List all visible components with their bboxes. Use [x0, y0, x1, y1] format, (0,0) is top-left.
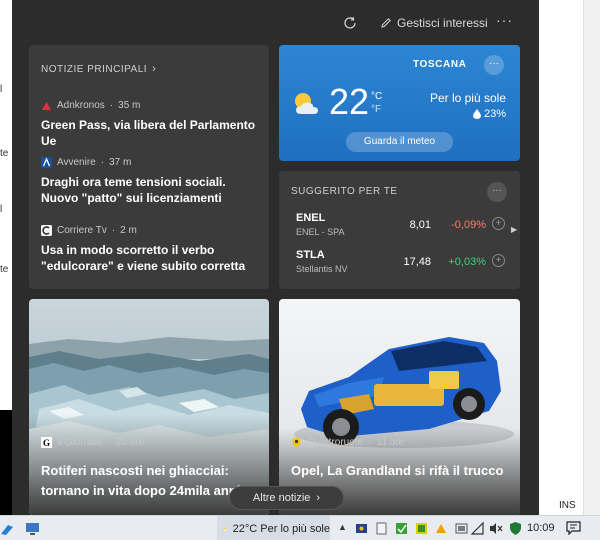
weather-card[interactable]: TOSCANA ··· 22 °C °F Per lo più sole 23%…: [279, 45, 520, 161]
card-headline: Rotiferi nascosti nei ghiacciai: tornano…: [41, 463, 241, 498]
see-weather-button[interactable]: Guarda il meteo: [346, 132, 453, 152]
news-image-card[interactable]: G Il Giornale · 20 ore Rotiferi nascosti…: [29, 299, 269, 515]
top-news-title: NOTIZIE PRINCIPALI: [41, 63, 148, 75]
top-news-header[interactable]: NOTIZIE PRINCIPALI ›: [41, 63, 156, 75]
stock-price: 8,01: [409, 219, 431, 231]
more-options-button[interactable]: ···: [496, 12, 513, 28]
card-source-name: Il Giornale: [57, 437, 103, 448]
news-headline: Green Pass, via libera del Parlamento Ue: [41, 118, 256, 148]
notification-center-icon[interactable]: [566, 521, 581, 535]
tray-overflow-icon[interactable]: ▲: [338, 522, 347, 532]
news-source: Corriere Tv: [57, 225, 107, 236]
background-window-dark: [0, 410, 12, 515]
news-image-card[interactable]: Quattroruote · 11 ore Opel, La Grandland…: [279, 299, 520, 515]
weather-more-button[interactable]: ···: [484, 55, 504, 75]
background-fragment: te: [0, 264, 9, 275]
stocks-more-button[interactable]: ···: [487, 182, 507, 202]
background-fragment: l: [0, 204, 3, 215]
card-source-name: Quattroruote: [307, 437, 364, 448]
tray-app-icon[interactable]: [354, 521, 369, 536]
news-source: Adnkronos: [57, 100, 105, 111]
corriere-logo-icon: [41, 225, 52, 236]
stock-price: 17,48: [403, 256, 431, 268]
chevron-right-icon: ›: [152, 63, 157, 75]
news-age: 2 m: [120, 225, 137, 236]
card-age: 11 ore: [376, 437, 405, 448]
background-window-right: INS: [538, 0, 600, 515]
weather-condition: Per lo più sole: [429, 91, 506, 105]
tray-app-icon[interactable]: [434, 521, 449, 536]
news-item[interactable]: Adnkronos · 35 m Green Pass, via libera …: [41, 100, 261, 149]
taskbar-weather-text: 22°C Per lo più sole: [232, 522, 330, 535]
news-age: 37 m: [109, 157, 132, 168]
il-giornale-logo-icon: G: [41, 437, 52, 448]
more-news-button[interactable]: Altre notizie ›: [229, 486, 344, 510]
tray-app-icon[interactable]: [394, 521, 409, 536]
partly-sunny-icon: [223, 526, 228, 531]
add-stock-icon[interactable]: +: [492, 254, 505, 267]
quattroruote-logo-icon: [292, 437, 301, 448]
news-age: 35 m: [118, 100, 141, 111]
car-photo: [279, 299, 520, 515]
taskbar-weather-button[interactable]: 22°C Per lo più sole: [217, 516, 330, 540]
chevron-right-icon: ›: [316, 492, 321, 504]
temperature-units[interactable]: °C °F: [371, 90, 382, 116]
taskbar: 22°C Per lo più sole ▲ 10:09: [0, 515, 600, 540]
background-fragment: te: [0, 148, 9, 159]
avvenire-logo-icon: [41, 157, 52, 168]
precipitation: 23%: [472, 108, 506, 120]
news-headline: Usa in modo scorretto il verbo "edulcora…: [41, 243, 246, 273]
background-fragment: l: [0, 84, 3, 95]
news-headline: Draghi ora teme tensioni sociali. Nuovo …: [41, 175, 226, 205]
precipitation-value: 23%: [483, 108, 506, 120]
top-news-card: NOTIZIE PRINCIPALI › Adnkronos · 35 m Gr…: [29, 45, 269, 289]
weather-region: TOSCANA: [413, 59, 467, 70]
card-age: 20 ore: [115, 437, 145, 448]
svg-text:G: G: [43, 438, 50, 448]
manage-interests-label: Gestisci interessi: [397, 16, 488, 30]
stock-symbol: STLA: [296, 249, 325, 261]
tray-app-icon[interactable]: [454, 521, 469, 536]
security-shield-icon[interactable]: [508, 521, 523, 536]
more-news-label: Altre notizie: [252, 492, 311, 504]
stocks-header: SUGGERITO PER TE: [291, 186, 398, 197]
network-icon[interactable]: [470, 521, 485, 536]
stock-name: Stellantis NV: [296, 264, 348, 274]
card-source: Quattroruote · 11 ore: [291, 437, 404, 448]
stock-change: -0,09%: [451, 219, 486, 231]
volume-muted-icon[interactable]: [488, 521, 503, 536]
stocks-card: SUGGERITO PER TE ··· ENEL ENEL - SPA 8,0…: [279, 171, 520, 289]
partly-sunny-icon: [295, 93, 318, 114]
stock-row[interactable]: STLA Stellantis NV 17,48 +0,03% +: [296, 249, 506, 279]
news-item[interactable]: Avvenire · 37 m Draghi ora teme tensioni…: [41, 157, 261, 206]
refresh-icon[interactable]: [342, 15, 358, 31]
stock-name: ENEL - SPA: [296, 227, 345, 237]
stock-change: +0,03%: [448, 256, 486, 268]
pinned-app-icon[interactable]: [0, 521, 15, 536]
raindrop-icon: [472, 109, 481, 119]
tray-app-icon[interactable]: [414, 521, 429, 536]
news-source: Avvenire: [57, 157, 96, 168]
taskbar-clock[interactable]: 10:09: [527, 522, 555, 534]
news-item[interactable]: Corriere Tv · 2 m Usa in modo scorretto …: [41, 225, 261, 274]
tray-app-icon[interactable]: [374, 521, 389, 536]
panel-toolbar: Gestisci interessi ···: [12, 0, 539, 46]
add-stock-icon[interactable]: +: [492, 217, 505, 230]
stocks-next-icon[interactable]: ▶: [511, 225, 517, 234]
stock-row[interactable]: ENEL ENEL - SPA 8,01 -0,09% +: [296, 212, 506, 242]
celsius-unit[interactable]: °C: [371, 90, 382, 103]
remote-desktop-icon[interactable]: [25, 521, 40, 536]
stock-symbol: ENEL: [296, 212, 326, 224]
ins-indicator: INS: [559, 500, 576, 511]
adnkronos-logo-icon: [42, 102, 51, 110]
fahrenheit-unit[interactable]: °F: [371, 103, 382, 116]
manage-interests-button[interactable]: Gestisci interessi: [380, 16, 488, 30]
card-source: G Il Giornale · 20 ore: [41, 437, 145, 448]
pencil-icon: [381, 18, 391, 28]
card-headline: Opel, La Grandland si rifà il trucco: [291, 463, 504, 478]
news-and-interests-panel: Gestisci interessi ··· NOTIZIE PRINCIPAL…: [12, 0, 539, 515]
temperature-value: 22: [329, 81, 370, 122]
background-scrollbar: [583, 0, 600, 515]
